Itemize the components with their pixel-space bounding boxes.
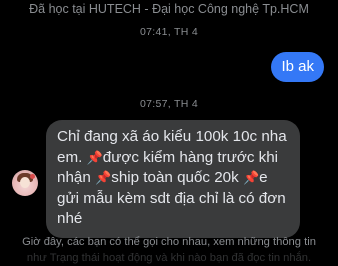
pushpin-icon: 📌 [95, 170, 112, 185]
avatar-accent [30, 174, 35, 179]
notice-line: như Trạng thái hoạt động và khi nào bạn … [26, 252, 312, 264]
pushpin-icon: 📌 [86, 149, 103, 165]
incoming-message-bubble[interactable]: Chỉ đang xã áo kiểu 100k 10c nha em. 📌đư… [46, 120, 300, 238]
notice-line: Giờ đây, các bạn có thể gọi cho nhau, xe… [22, 236, 316, 248]
footer-notice: Giờ đây, các bạn có thể gọi cho nhau, xe… [8, 234, 330, 266]
profile-caption: Đã học tại HUTECH - Đại học Công nghệ Tp… [29, 2, 309, 16]
message-text: ship toàn quốc 20k [111, 169, 239, 186]
outgoing-message-bubble[interactable]: Ib ak [271, 52, 324, 82]
timestamp: 07:41, TH 4 [140, 26, 198, 38]
timestamp: 07:57, TH 4 [140, 98, 198, 110]
avatar-face [20, 177, 30, 188]
contact-avatar[interactable] [12, 170, 38, 196]
outgoing-message-text: Ib ak [281, 58, 314, 75]
pushpin-icon: 📌 [242, 170, 260, 185]
